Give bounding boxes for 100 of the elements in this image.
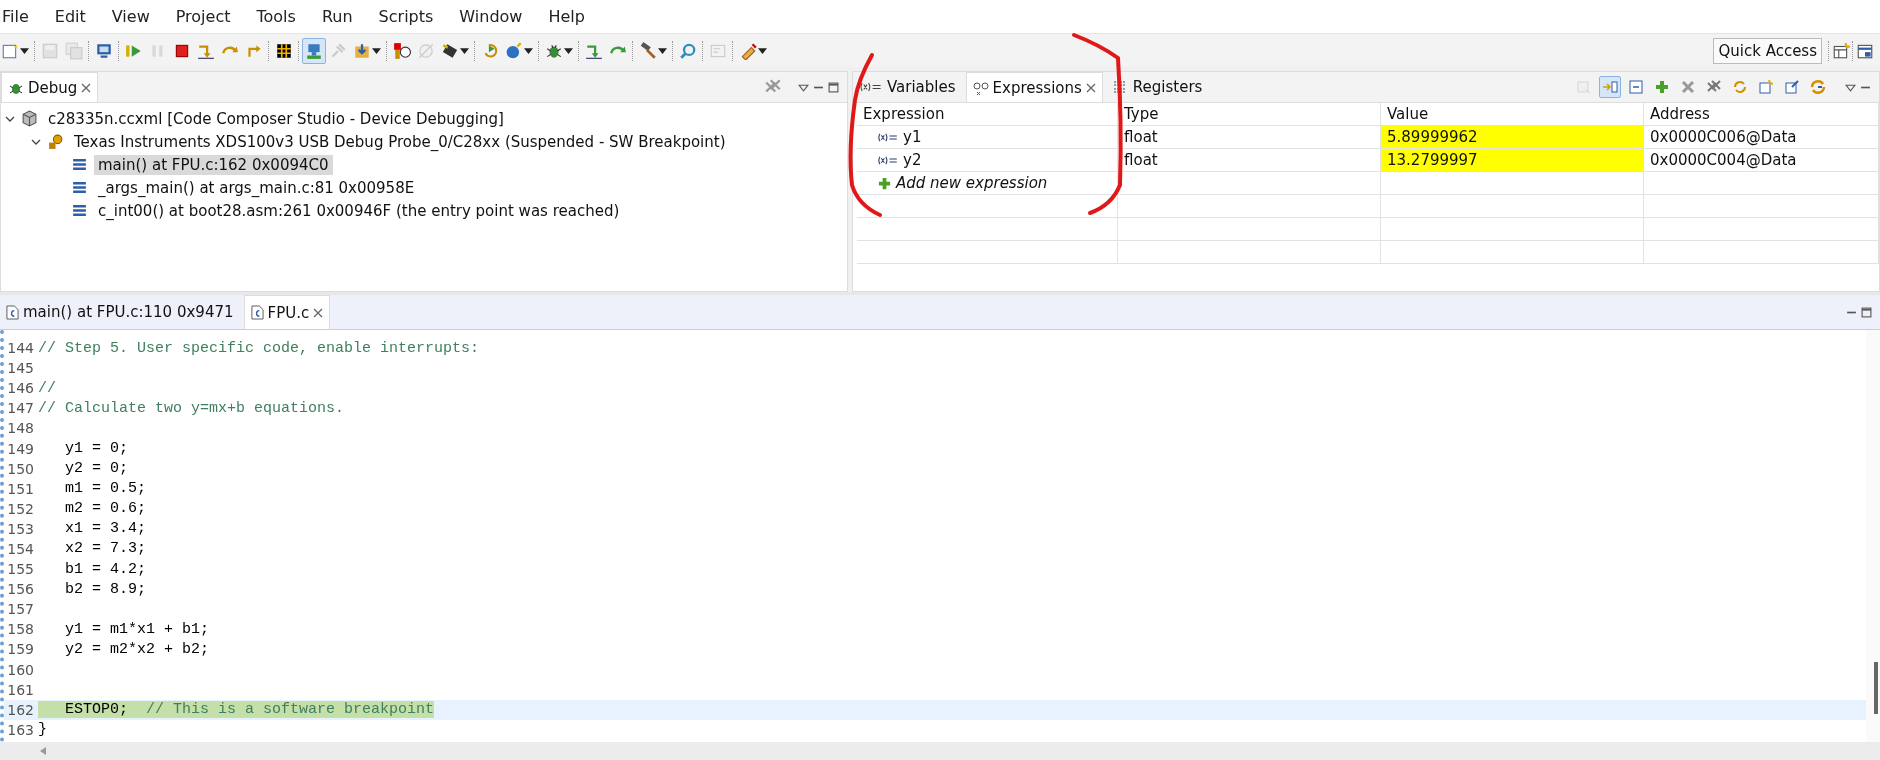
cube-icon <box>21 110 38 127</box>
panel-tab[interactable]: Variables <box>853 72 962 102</box>
caret-icon[interactable] <box>758 46 767 55</box>
line-number: 163 <box>6 721 35 738</box>
menu-item[interactable]: Window <box>459 7 523 26</box>
layout-icon <box>1602 79 1618 95</box>
line-number: 154 <box>6 541 35 557</box>
panel-tab[interactable]: Debug <box>1 72 99 102</box>
variable-icon <box>859 81 883 93</box>
column-header[interactable]: Expression <box>857 103 1118 126</box>
table-cell: 0x0000C004@Data <box>1644 149 1879 172</box>
search-icon <box>679 41 697 60</box>
caret-icon[interactable] <box>524 46 533 55</box>
c-file-icon <box>6 304 19 320</box>
line-number: 149 <box>6 440 35 457</box>
line-number: 159 <box>6 641 35 658</box>
table-cell: 0x0000C006@Data <box>1644 126 1879 149</box>
column-header[interactable]: Type <box>1118 103 1381 126</box>
breakpoint-icon <box>417 41 435 60</box>
menu-item[interactable]: File <box>2 7 29 26</box>
maximize-icon[interactable] <box>828 81 839 93</box>
menu-item[interactable]: View <box>111 7 150 26</box>
caret-icon[interactable] <box>460 46 469 55</box>
line-number: 152 <box>6 500 35 517</box>
breakpoint-icon <box>393 41 411 60</box>
caret-icon[interactable] <box>372 46 381 55</box>
menu-item[interactable]: Help <box>548 7 585 26</box>
code-line: y1 = 0; <box>64 440 128 457</box>
value-cell: 13.2799997 <box>1381 149 1644 172</box>
variable-icon <box>877 154 899 166</box>
line-number: 144 <box>6 340 35 357</box>
board-icon <box>305 41 323 60</box>
code-line: y1 = m1*x1 + b1; <box>64 620 210 638</box>
tree-item[interactable]: c_int00() at boot28.asm:261 0x00946F (the entry point was reached) <box>94 200 624 221</box>
caret-icon[interactable] <box>564 46 573 55</box>
tree-item[interactable]: c28335n.ccxml [Code Composer Studio - Device Debugging] <box>44 108 508 129</box>
tree-item[interactable]: _args_main() at args_main.c:81 0x00958E <box>94 177 419 198</box>
editor-tab[interactable]: main() at FPU.c:110 0x9471 <box>0 295 240 329</box>
menu-item[interactable]: Edit <box>54 7 86 26</box>
line-number: 156 <box>6 581 35 598</box>
expression-name: y1 <box>903 128 922 146</box>
maximize-icon[interactable] <box>1861 306 1872 318</box>
code-line: b1 = 4.2; <box>64 560 147 578</box>
code-line: // Step 5. User specific code, enable interrupts: <box>38 339 480 357</box>
column-header[interactable]: Address <box>1644 103 1879 126</box>
panel-tab[interactable]: Registers <box>1106 72 1209 102</box>
add-icon <box>877 175 892 191</box>
code-line: x2 = 7.3; <box>64 540 147 558</box>
new-item-icon <box>1758 79 1774 95</box>
panel-tab[interactable]: Expressions <box>965 72 1103 102</box>
grid-icon <box>275 41 293 60</box>
table-cell: float <box>1118 126 1381 149</box>
menu-item[interactable]: Scripts <box>378 7 434 26</box>
ball-icon <box>505 41 523 60</box>
code-line: x1 = 3.4; <box>64 520 147 538</box>
collapse-all-icon <box>1628 79 1644 95</box>
code-line: // Calculate two y=mx+b equations. <box>38 399 345 417</box>
code-line: // <box>38 379 56 397</box>
line-number: 157 <box>6 601 35 618</box>
line-number: 155 <box>6 561 35 578</box>
code-line: b2 = 8.9; <box>64 580 147 598</box>
stack-frame-icon <box>71 179 88 196</box>
save-icon <box>41 41 59 60</box>
hammer-icon <box>639 41 657 60</box>
line-number: 161 <box>6 681 35 698</box>
variable-icon <box>877 131 899 143</box>
monitor-icon <box>95 41 113 60</box>
menu-item[interactable]: Tools <box>256 7 296 26</box>
editor-tab[interactable]: FPU.c <box>243 295 331 329</box>
quick-access-field[interactable]: Quick Access <box>1713 37 1822 64</box>
gears-icon <box>47 133 64 150</box>
glasses-icon <box>972 79 989 96</box>
menu-item[interactable]: Run <box>321 7 353 26</box>
stack-frame-icon <box>71 202 88 219</box>
line-number: 145 <box>6 360 35 377</box>
add-expression-link[interactable]: Add new expression <box>896 174 1048 192</box>
line-number: 153 <box>6 520 35 537</box>
scrollbar[interactable] <box>0 742 1880 760</box>
line-number: 146 <box>6 380 35 397</box>
refresh-icon <box>1732 79 1748 95</box>
export-icon <box>1784 79 1800 95</box>
close-icon[interactable] <box>1085 82 1096 93</box>
line-number: 162 <box>6 701 35 718</box>
table-cell: float <box>1118 149 1381 172</box>
perspective-icon[interactable] <box>1832 41 1850 60</box>
tree-item[interactable]: main() at FPU.c:162 0x0094C0 <box>94 154 333 175</box>
close-icon[interactable] <box>81 82 92 93</box>
scrollbar[interactable] <box>1866 330 1880 742</box>
save-all-icon <box>65 41 83 60</box>
caret-icon[interactable] <box>658 46 667 55</box>
code-line: y2 = m2*x2 + b2; <box>64 640 210 658</box>
close-icon[interactable] <box>313 307 324 318</box>
line-number: 147 <box>6 400 35 417</box>
stack-frame-icon <box>71 156 88 173</box>
collapse-icon <box>1576 79 1592 95</box>
code-line: m2 = 0.6; <box>64 500 147 518</box>
caret-icon[interactable] <box>20 46 29 55</box>
menu-item[interactable]: Project <box>175 7 231 26</box>
tree-item[interactable]: Texas Instruments XDS100v3 USB Debug Probe_0/C28xx (Suspended - SW Breakpoint) <box>70 131 730 152</box>
plug-icon <box>329 41 347 60</box>
